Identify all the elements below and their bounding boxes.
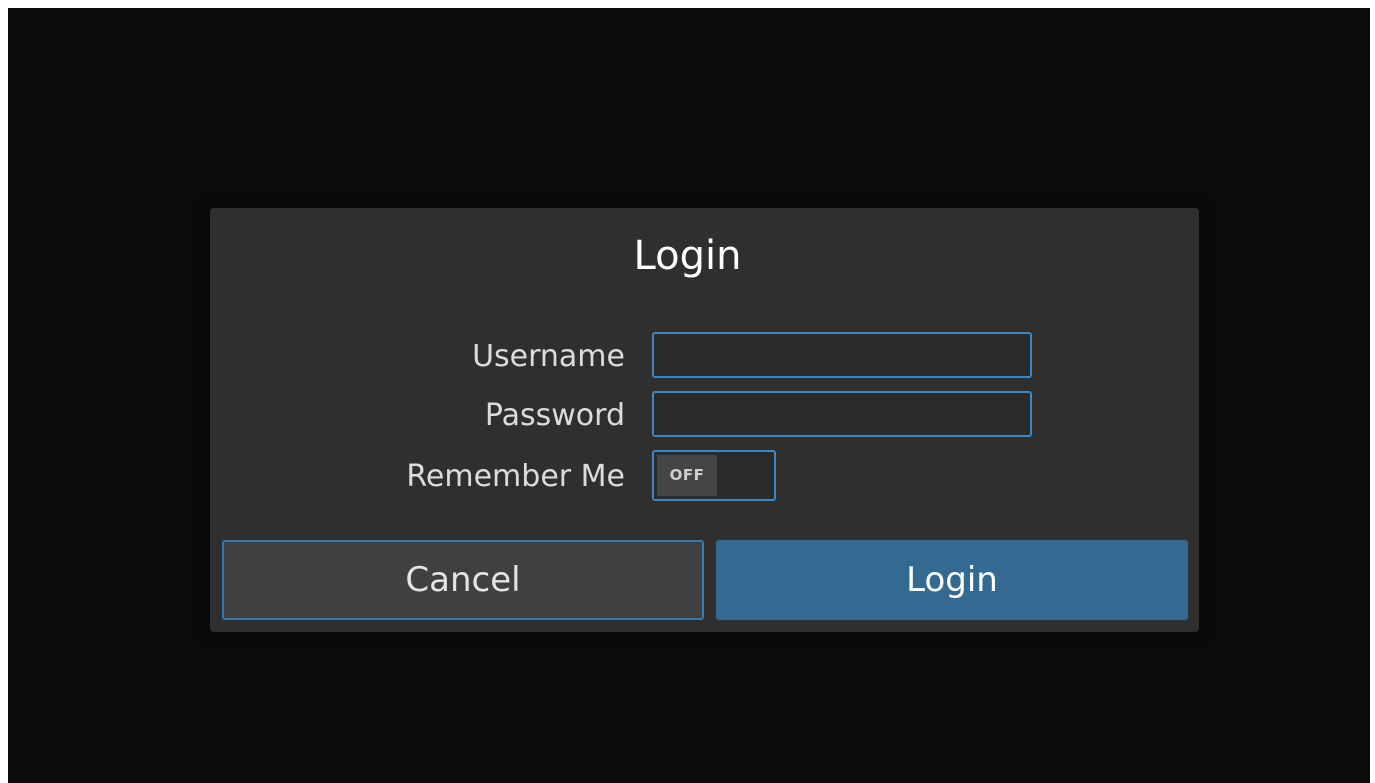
- username-input[interactable]: [652, 332, 1032, 378]
- password-input[interactable]: [652, 391, 1032, 437]
- cancel-button[interactable]: Cancel: [222, 540, 704, 620]
- login-button[interactable]: Login: [716, 540, 1188, 620]
- dialog-title: Login: [633, 233, 742, 279]
- password-label: Password: [484, 398, 625, 433]
- remember-me-toggle[interactable]: OFF: [652, 450, 776, 501]
- username-label: Username: [472, 339, 625, 374]
- toggle-state-label: OFF: [657, 455, 717, 496]
- remember-me-label: Remember Me: [406, 459, 625, 494]
